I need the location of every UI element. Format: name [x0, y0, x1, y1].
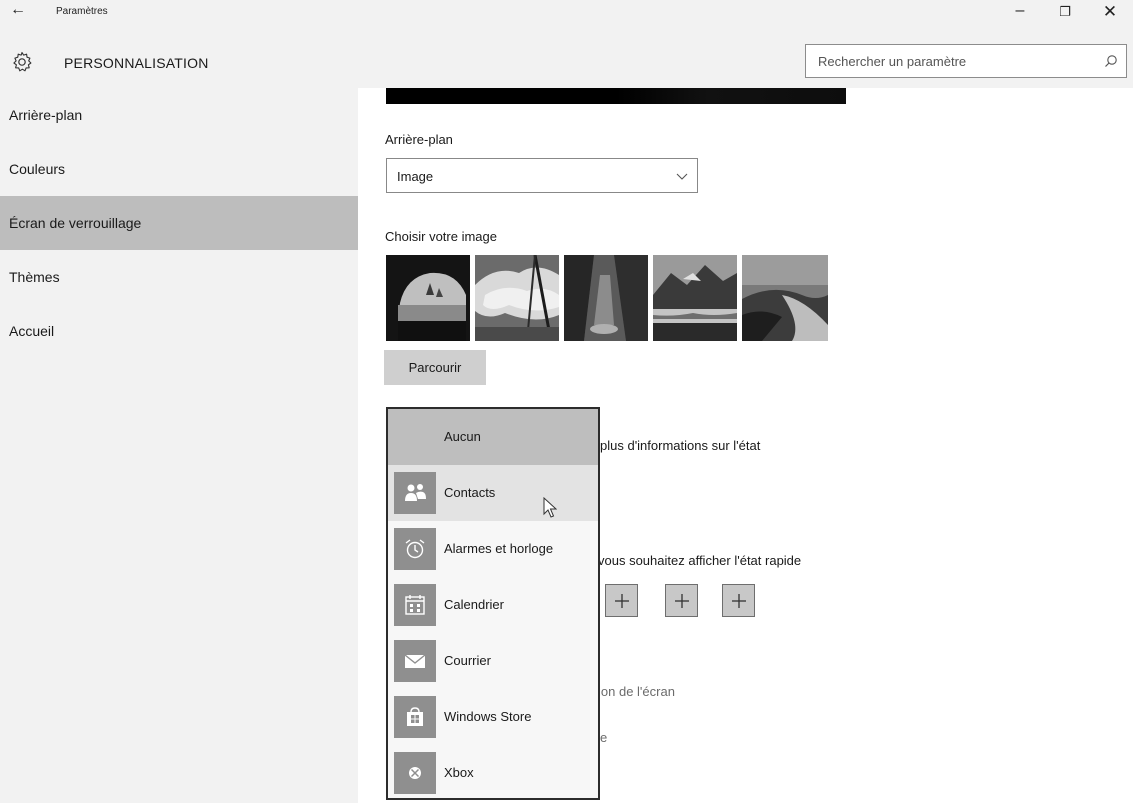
app-option-calendar[interactable]: Calendrier — [388, 577, 598, 633]
title-bar: ← Paramètres – ❐ ✕ — [0, 0, 1133, 28]
back-button[interactable]: ← — [10, 2, 34, 22]
calendar-icon — [405, 595, 425, 615]
alarm-clock-icon — [405, 539, 425, 559]
mail-icon — [404, 654, 426, 668]
maximize-button[interactable]: ❐ — [1045, 4, 1085, 26]
xbox-icon — [409, 767, 421, 779]
chevron-down-icon — [676, 173, 688, 180]
quick-status-slot-2[interactable] — [605, 584, 638, 617]
app-option-alarms[interactable]: Alarmes et horloge — [388, 521, 598, 577]
background-label: Arrière-plan — [385, 132, 453, 147]
sidebar-item-start[interactable]: Accueil — [0, 304, 358, 358]
partial-link-text[interactable]: e — [600, 730, 607, 745]
app-option-label: Courrier — [444, 653, 491, 668]
quick-status-slot-3[interactable] — [665, 584, 698, 617]
sidebar-item-themes[interactable]: Thèmes — [0, 250, 358, 304]
thumbnail-rock-falls[interactable] — [564, 255, 648, 341]
app-option-none[interactable]: Aucun — [388, 409, 598, 465]
search-icon[interactable] — [1104, 54, 1118, 68]
sidebar-item-colors[interactable]: Couleurs — [0, 142, 358, 196]
thumbnail-clouds[interactable] — [475, 255, 559, 341]
app-option-label: Alarmes et horloge — [444, 541, 554, 556]
detailed-status-label: plus d'informations sur l'état — [600, 438, 761, 453]
plus-icon — [615, 594, 629, 608]
store-icon — [407, 707, 423, 726]
close-button[interactable]: ✕ — [1090, 2, 1130, 24]
thumbnail-cave-sea[interactable] — [386, 255, 470, 341]
contacts-icon — [405, 484, 426, 501]
gear-icon — [13, 51, 32, 72]
app-option-contacts[interactable]: Contacts — [388, 465, 598, 521]
xbox-tile — [394, 752, 436, 794]
minimize-button[interactable]: – — [1000, 2, 1040, 24]
screen-settings-link[interactable]: ion de l'écran — [598, 684, 675, 699]
settings-header: PERSONNALISATION — [0, 28, 1133, 88]
app-option-xbox[interactable]: Xbox — [388, 745, 598, 801]
mouse-cursor-icon — [543, 497, 557, 518]
contacts-tile — [394, 472, 436, 514]
sidebar-item-background[interactable]: Arrière-plan — [0, 88, 358, 142]
mail-tile — [394, 640, 436, 682]
app-option-store[interactable]: Windows Store — [388, 689, 598, 745]
thumbnail-mountain-lake[interactable] — [653, 255, 737, 341]
plus-icon — [675, 594, 689, 608]
thumbnail-dunes[interactable] — [742, 255, 828, 341]
window-title: Paramètres — [56, 6, 108, 17]
lock-screen-preview — [386, 88, 846, 104]
background-dropdown-value: Image — [397, 169, 434, 184]
search-input[interactable] — [806, 45, 1096, 77]
search-box[interactable] — [805, 44, 1127, 78]
page-title: PERSONNALISATION — [64, 55, 209, 71]
background-dropdown[interactable]: Image — [386, 158, 698, 193]
quick-status-slot-4[interactable] — [722, 584, 755, 617]
browse-button[interactable]: Parcourir — [384, 350, 486, 385]
app-option-label: Windows Store — [444, 709, 532, 724]
app-option-label: Calendrier — [444, 597, 504, 612]
app-option-label: Xbox — [444, 765, 474, 780]
plus-icon — [732, 594, 746, 608]
store-tile — [394, 696, 436, 738]
alarms-tile — [394, 528, 436, 570]
app-picker-flyout: Aucun Contacts Alarmes et horloge Calend… — [386, 407, 600, 800]
calendar-tile — [394, 584, 436, 626]
sidebar-item-lock-screen[interactable]: Écran de verrouillage — [0, 196, 358, 250]
quick-status-label: vous souhaitez afficher l'état rapide — [598, 553, 802, 568]
app-option-mail[interactable]: Courrier — [388, 633, 598, 689]
choose-image-label: Choisir votre image — [385, 229, 497, 244]
sidebar: Arrière-plan Couleurs Écran de verrouill… — [0, 88, 358, 803]
app-option-label: Contacts — [444, 485, 496, 500]
